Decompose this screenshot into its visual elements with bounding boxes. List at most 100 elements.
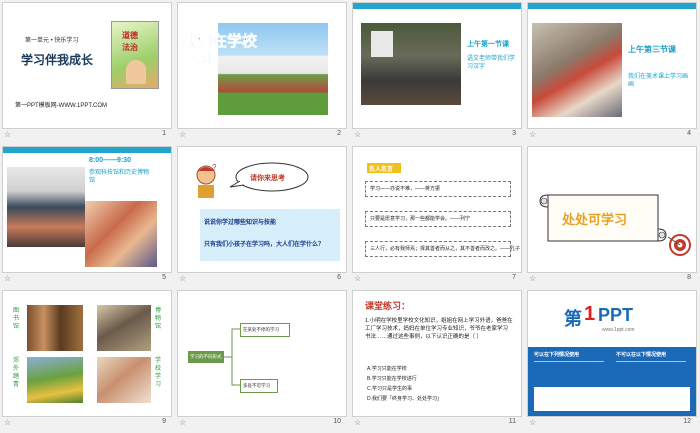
slide-number: 6 [337, 274, 341, 281]
slide-11-question: 1.小明在学校里学校文化知识，姐姐在网上学习外语，爸爸在工厂学习技术，妈妈在单位… [365, 318, 513, 340]
slide-4-body: 我们在美术课上学习画画 [628, 74, 689, 88]
logo-area: 第 1 PPT www.1ppt.com [528, 291, 696, 347]
library-photo [27, 305, 83, 351]
star-icon[interactable]: ☆ [354, 418, 361, 427]
slide-6-question-2: 只有我们小孩子在学习吗，大人们在学什么？ [204, 242, 325, 248]
star-icon[interactable]: ☆ [179, 274, 186, 283]
book-title-1: 道德 [122, 31, 138, 40]
thinking-boy-icon: ? [192, 163, 220, 199]
slide-9-canvas[interactable]: 图书馆 博物馆 郊外踏青 学校学习 [2, 290, 172, 417]
slide-2-canvas[interactable]: 我们在学校学习 [177, 2, 347, 129]
slide-thumb-9[interactable]: 图书馆 博物馆 郊外踏青 学校学习 ☆ 9 [0, 288, 175, 432]
quote-box-2: 只要是愿意学习，那一些都能学会。——列宁 [365, 211, 511, 227]
slide-11-option-d: D.我们要「终身学习、处处学习」 [367, 396, 443, 402]
slide-thumb-7[interactable]: 名人名言 学习——亦说不难，——蒋方振 只要是愿意学习，那一些都能学会。——列宁… [350, 144, 525, 288]
slide-11-option-c: C.学习只是学生的事 [367, 386, 413, 392]
slide-8-canvas[interactable]: 处处可学习 [527, 146, 697, 273]
slide-4-heading: 上午第三节课 [628, 45, 676, 54]
logo-suffix: PPT [598, 305, 634, 325]
star-icon[interactable]: ☆ [354, 274, 361, 283]
slide-6-bubble: 请你来思考 [250, 175, 285, 182]
slide-number: 8 [687, 274, 691, 281]
art-class-photo [532, 23, 622, 117]
star-icon[interactable]: ☆ [179, 130, 186, 139]
mindmap-root: 学习的不同形式 [188, 351, 224, 363]
slide-7-footer-bar: ☆ 7 [352, 273, 520, 285]
slide-number: 5 [162, 274, 166, 281]
mindmap-root-label: 学习的不同形式 [190, 354, 222, 359]
slide-11-canvas[interactable]: 课堂练习： 1.小明在学校里学校文化知识，姐姐在网上学习外语，爸爸在工厂学习技术… [352, 290, 522, 417]
slide-5-footer-bar: ☆ 5 [2, 273, 170, 285]
quote-text-3: 三人行，必有我师焉；择其善者而从之，其不善者而改之。——孔子 [370, 246, 521, 252]
slide-number: 11 [508, 418, 516, 425]
slide-number: 12 [683, 418, 691, 425]
star-icon[interactable]: ☆ [4, 418, 11, 427]
logo-prefix: 第 [564, 309, 582, 329]
slide-10-canvas[interactable]: 学习的不同形式 在某处不停的学习 多处不可学习 [177, 290, 347, 417]
quote-box-3: 三人行，必有我师焉；择其善者而从之，其不善者而改之。——孔子 [365, 241, 520, 257]
slide-number: 3 [512, 130, 516, 137]
star-icon[interactable]: ☆ [529, 418, 536, 427]
slide-1-footer-bar: ☆ 1 [2, 129, 170, 141]
slide-2-footer-bar: ☆ 2 [177, 129, 345, 141]
slide-5-canvas[interactable]: 8:00——9:30 参观科技馆和历史博物馆 [2, 146, 172, 273]
star-icon[interactable]: ☆ [4, 130, 11, 139]
label-school-study: 学校学习 [155, 358, 162, 388]
slide-number: 7 [512, 274, 516, 281]
mindmap-branch-1-label: 在某处不停的学习 [243, 327, 279, 332]
slide-thumb-6[interactable]: ? 请你来思考 说说你学过哪些知识与技能 只有我们小孩子在学习吗，大人们在学什么… [175, 144, 350, 288]
book-cover-image: 道德 法治 [111, 21, 159, 89]
star-icon[interactable]: ☆ [4, 274, 11, 283]
slide-11-option-a: A.学习只能在学校 [367, 366, 407, 372]
slide-6-canvas[interactable]: ? 请你来思考 说说你学过哪些知识与技能 只有我们小孩子在学习吗，大人们在学什么… [177, 146, 347, 273]
slide-thumb-1[interactable]: 第一单元 • 快乐学习 学习伴我成长 道德 法治 第一PPT模板网-WWW.1P… [0, 0, 175, 144]
slide-1-title: 学习伴我成长 [21, 53, 94, 67]
slide-thumb-4[interactable]: 上午第三节课 我们在美术课上学习画画 ☆ 4 [525, 0, 700, 144]
slide-1-canvas[interactable]: 第一单元 • 快乐学习 学习伴我成长 道德 法治 第一PPT模板网-WWW.1P… [2, 2, 172, 129]
mindmap-branch-1: 在某处不停的学习 [240, 323, 290, 337]
target-icon [668, 233, 692, 257]
outing-photo [27, 357, 83, 403]
slide-7-canvas[interactable]: 名人名言 学习——亦说不难，——蒋方振 只要是愿意学习，那一些都能学会。——列宁… [352, 146, 522, 273]
slide-6-question-1: 说说你学过哪些知识与技能 [204, 220, 277, 226]
slide-1-unit: 第一单元 • 快乐学习 [25, 38, 79, 44]
slide-number: 10 [333, 418, 341, 425]
qr-code-strip [534, 387, 690, 411]
slide-thumb-8[interactable]: 处处可学习 ☆ 8 [525, 144, 700, 288]
mindmap-branch-2: 多处不可学习 [240, 379, 278, 393]
slide-1-footer: 第一PPT模板网-WWW.1PPT.COM [15, 103, 107, 109]
slide-top-bar [528, 3, 696, 9]
slide-thumb-3[interactable]: 上午第一节课 语文老师带我们学习汉字 ☆ 3 [350, 0, 525, 144]
slide-3-footer-bar: ☆ 3 [352, 129, 520, 141]
slide-4-canvas[interactable]: 上午第三节课 我们在美术课上学习画画 [527, 2, 697, 129]
slide-thumb-10[interactable]: 学习的不同形式 在某处不停的学习 多处不可学习 ☆ 10 [175, 288, 350, 432]
info-col-2-heading: 不可以在以下情况使用 [616, 352, 667, 358]
slide-3-body: 语文老师带我们学习汉字 [467, 56, 516, 70]
book-child-figure [126, 60, 146, 84]
museum-photo-2 [85, 201, 157, 267]
museum-photo [97, 305, 151, 351]
svg-text:?: ? [212, 163, 217, 172]
slide-4-footer-bar: ☆ 4 [527, 129, 695, 141]
slide-3-canvas[interactable]: 上午第一节课 语文老师带我们学习汉字 [352, 2, 522, 129]
label-museum: 博物馆 [155, 308, 162, 330]
mindmap-branch-2-label: 多处不可学习 [243, 383, 270, 388]
slide-number: 2 [337, 130, 341, 137]
star-icon[interactable]: ☆ [179, 418, 186, 427]
classroom-photo [361, 23, 461, 105]
slide-thumb-11[interactable]: 课堂练习： 1.小明在学校里学校文化知识，姐姐在网上学习外语，爸爸在工厂学习技术… [350, 288, 525, 432]
slide-thumb-2[interactable]: 我们在学校学习 ☆ 2 [175, 0, 350, 144]
quote-text-2: 只要是愿意学习，那一些都能学会。——列宁 [370, 216, 471, 222]
slide-12-canvas[interactable]: 第 1 PPT www.1ppt.com 可以在下列情况使用 不可以在以下情况使… [527, 290, 697, 417]
slide-thumb-5[interactable]: 8:00——9:30 参观科技馆和历史博物馆 ☆ 5 [0, 144, 175, 288]
label-library: 图书馆 [13, 308, 20, 330]
star-icon[interactable]: ☆ [354, 130, 361, 139]
slide-6-footer-bar: ☆ 6 [177, 273, 345, 285]
slide-thumb-12[interactable]: 第 1 PPT www.1ppt.com 可以在下列情况使用 不可以在以下情况使… [525, 288, 700, 432]
star-icon[interactable]: ☆ [529, 274, 536, 283]
slide-number: 4 [687, 130, 691, 137]
slide-top-bar [3, 147, 171, 153]
star-icon[interactable]: ☆ [529, 130, 536, 139]
slide-11-footer-bar: ☆ 11 [352, 417, 520, 429]
info-panel: 可以在下列情况使用 不可以在以下情况使用 [528, 347, 696, 416]
